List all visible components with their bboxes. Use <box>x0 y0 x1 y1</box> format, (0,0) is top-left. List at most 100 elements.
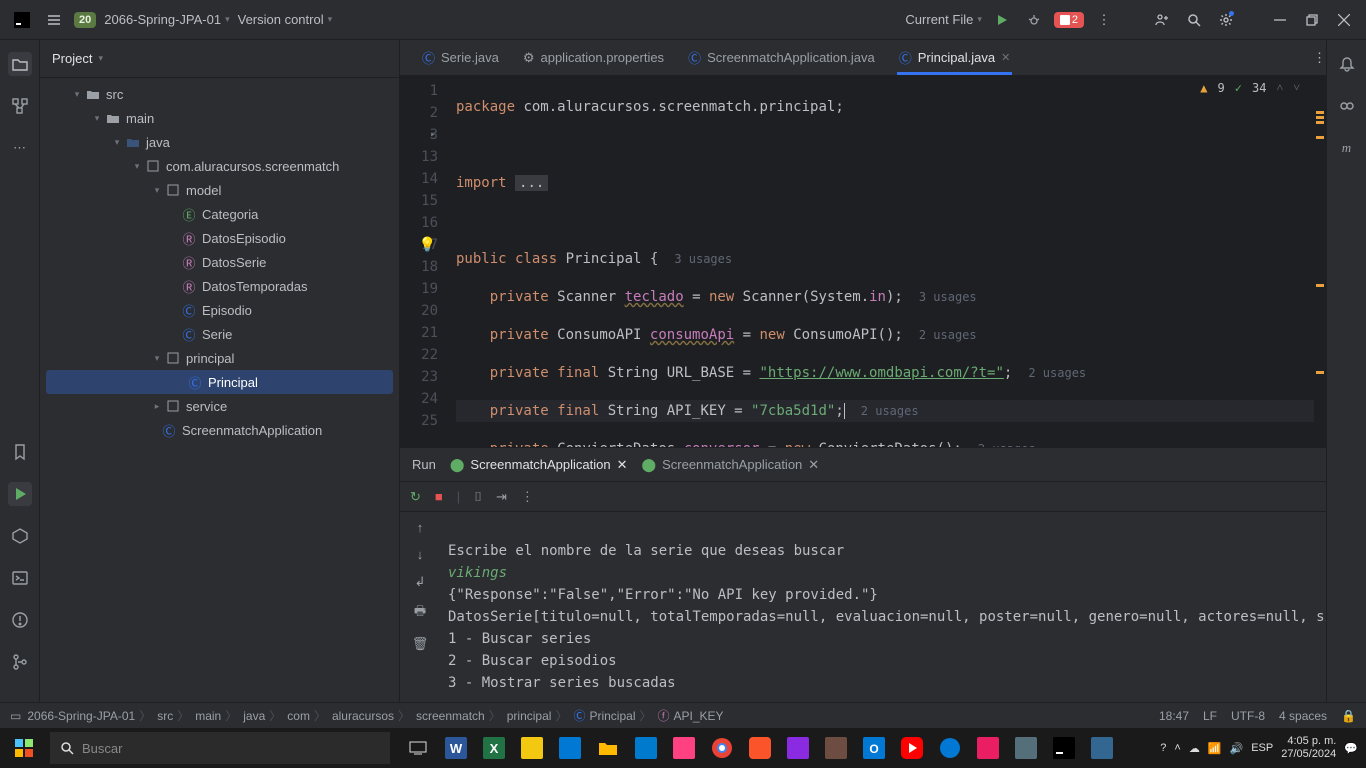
fold-icon[interactable]: ▸ <box>430 124 436 146</box>
edge-icon[interactable] <box>932 728 968 768</box>
intellij-icon[interactable] <box>1046 728 1082 768</box>
search-everywhere-icon[interactable] <box>1182 8 1206 32</box>
project-header[interactable]: Project ▾ <box>40 40 399 78</box>
close-icon[interactable]: ✕ <box>808 457 819 473</box>
soft-wrap-icon[interactable]: ↲ <box>415 574 426 590</box>
encoding[interactable]: UTF-8 <box>1231 709 1265 723</box>
ide-logo-icon[interactable] <box>10 8 34 32</box>
app-icon[interactable] <box>1008 728 1044 768</box>
bookmarks-tool-icon[interactable] <box>8 440 32 464</box>
exit-icon[interactable]: ⇥ <box>496 489 507 505</box>
code-with-me-icon[interactable] <box>1150 8 1174 32</box>
tab-screenmatch-app[interactable]: ⒸScreenmatchApplication.java <box>676 40 887 75</box>
app-icon[interactable] <box>818 728 854 768</box>
code-content[interactable]: package com.aluracursos.screenmatch.prin… <box>456 76 1314 447</box>
tree-package-principal[interactable]: ▾principal <box>40 346 399 370</box>
tray-lang[interactable]: ESP <box>1251 742 1273 754</box>
project-tree[interactable]: ▾src ▾main ▾java ▾com.aluracursos.screen… <box>40 78 399 702</box>
services-tool-icon[interactable] <box>8 524 32 548</box>
rerun-icon[interactable]: ↻ <box>410 489 421 505</box>
nav-up-icon[interactable]: ˄ <box>1276 80 1283 95</box>
tab-application-properties[interactable]: ⚙application.properties <box>511 40 676 75</box>
tree-package-service[interactable]: ▸service <box>40 394 399 418</box>
crumb[interactable]: principal〉 <box>507 707 568 724</box>
code-editor[interactable]: 1 2 ▸3 13 14 15 16 💡17 18 19 20 21 22 23… <box>400 76 1326 447</box>
crumb[interactable]: 2066-Spring-JPA-01〉 <box>27 707 151 724</box>
tree-package-model[interactable]: ▾model <box>40 178 399 202</box>
store-icon[interactable] <box>552 728 588 768</box>
crumb[interactable]: Ⓒ Principal〉 <box>573 707 651 724</box>
outlook-icon[interactable]: O <box>856 728 892 768</box>
crumb[interactable]: aluracursos〉 <box>332 707 410 724</box>
notifications-icon[interactable] <box>1335 52 1359 76</box>
tab-serie[interactable]: ⒸSerie.java <box>410 40 511 75</box>
stop-icon[interactable]: ■ <box>435 489 443 504</box>
crumb[interactable]: ⓕ API_KEY <box>658 707 724 724</box>
run-tool-icon[interactable] <box>8 482 32 506</box>
nav-icon[interactable]: ▭ <box>10 709 21 723</box>
close-tab-icon[interactable]: ✕ <box>1001 51 1010 64</box>
ai-assistant-icon[interactable] <box>1335 94 1359 118</box>
app-icon[interactable] <box>780 728 816 768</box>
app-icon[interactable] <box>666 728 702 768</box>
tree-folder-java[interactable]: ▾java <box>40 130 399 154</box>
structure-tool-icon[interactable] <box>8 94 32 118</box>
youtube-icon[interactable] <box>894 728 930 768</box>
tray-help-icon[interactable]: ? <box>1160 742 1166 754</box>
print-icon[interactable]: 🖶 <box>414 602 426 624</box>
inspection-widget[interactable]: ▲9 ✓34 ˄ ˅ <box>1200 80 1300 95</box>
editor-more-icon[interactable]: ⋮ <box>1313 50 1326 66</box>
problems-tool-icon[interactable] <box>8 608 32 632</box>
tree-folder-main[interactable]: ▾main <box>40 106 399 130</box>
crumb[interactable]: main〉 <box>195 707 237 724</box>
tree-class-app[interactable]: ⒸScreenmatchApplication <box>40 418 399 442</box>
crumb[interactable]: src〉 <box>157 707 189 724</box>
run-more-icon[interactable]: ⋮ <box>521 489 534 505</box>
vscode-icon[interactable] <box>628 728 664 768</box>
tray-notifications-icon[interactable]: 💬 <box>1344 742 1358 755</box>
more-tools-icon[interactable]: ⋯ <box>8 136 32 160</box>
settings-icon[interactable] <box>1214 8 1238 32</box>
crumb[interactable]: com〉 <box>287 707 326 724</box>
restore-icon[interactable] <box>1300 8 1324 32</box>
indent[interactable]: 4 spaces <box>1279 709 1327 723</box>
word-icon[interactable]: W <box>438 728 474 768</box>
vcs-dropdown[interactable]: Version control▾ <box>238 12 333 27</box>
tray-wifi-icon[interactable]: 📶 <box>1208 742 1222 755</box>
project-dropdown[interactable]: 2066-Spring-JPA-01▾ <box>104 12 229 27</box>
readonly-icon[interactable]: 🔒 <box>1341 709 1356 723</box>
run-tab[interactable]: ⬤ScreenmatchApplication✕ <box>642 457 820 473</box>
crumb[interactable]: java〉 <box>243 707 281 724</box>
debug-icon[interactable] <box>1022 8 1046 32</box>
tray-volume-icon[interactable]: 🔊 <box>1230 742 1244 755</box>
console-output[interactable]: Escribe el nombre de la serie que deseas… <box>440 512 1326 702</box>
tree-class[interactable]: ⒺCategoria <box>40 202 399 226</box>
terminal-tool-icon[interactable] <box>8 566 32 590</box>
close-window-icon[interactable] <box>1332 8 1356 32</box>
cursor-position[interactable]: 18:47 <box>1159 709 1189 723</box>
tree-class[interactable]: ⒸEpisodio <box>40 298 399 322</box>
line-ending[interactable]: LF <box>1203 709 1217 723</box>
nav-down-icon[interactable]: ˅ <box>1293 80 1300 95</box>
run-config-dropdown[interactable]: Current File▾ <box>905 12 981 27</box>
tree-class[interactable]: ⓇDatosEpisodio <box>40 226 399 250</box>
tree-class[interactable]: ⒸSerie <box>40 322 399 346</box>
app-icon[interactable] <box>970 728 1006 768</box>
tree-folder-src[interactable]: ▾src <box>40 82 399 106</box>
tray-chevron-icon[interactable]: ˄ <box>1174 742 1180 754</box>
postgres-icon[interactable] <box>1084 728 1120 768</box>
chrome-icon[interactable] <box>704 728 740 768</box>
explorer-icon[interactable] <box>590 728 626 768</box>
tree-package[interactable]: ▾com.aluracursos.screenmatch <box>40 154 399 178</box>
tree-class[interactable]: ⓇDatosSerie <box>40 250 399 274</box>
tree-class[interactable]: ⓇDatosTemporadas <box>40 274 399 298</box>
marks-stripe[interactable] <box>1314 76 1326 447</box>
task-view-icon[interactable] <box>400 728 436 768</box>
project-tool-icon[interactable] <box>8 52 32 76</box>
minimize-icon[interactable] <box>1268 8 1292 32</box>
vcs-tool-icon[interactable] <box>8 650 32 674</box>
tab-principal[interactable]: ⒸPrincipal.java✕ <box>887 40 1023 75</box>
more-actions-icon[interactable]: ⋮ <box>1092 8 1116 32</box>
excel-icon[interactable]: X <box>476 728 512 768</box>
tray-clock[interactable]: 4:05 p. m. 27/05/2024 <box>1281 735 1336 761</box>
